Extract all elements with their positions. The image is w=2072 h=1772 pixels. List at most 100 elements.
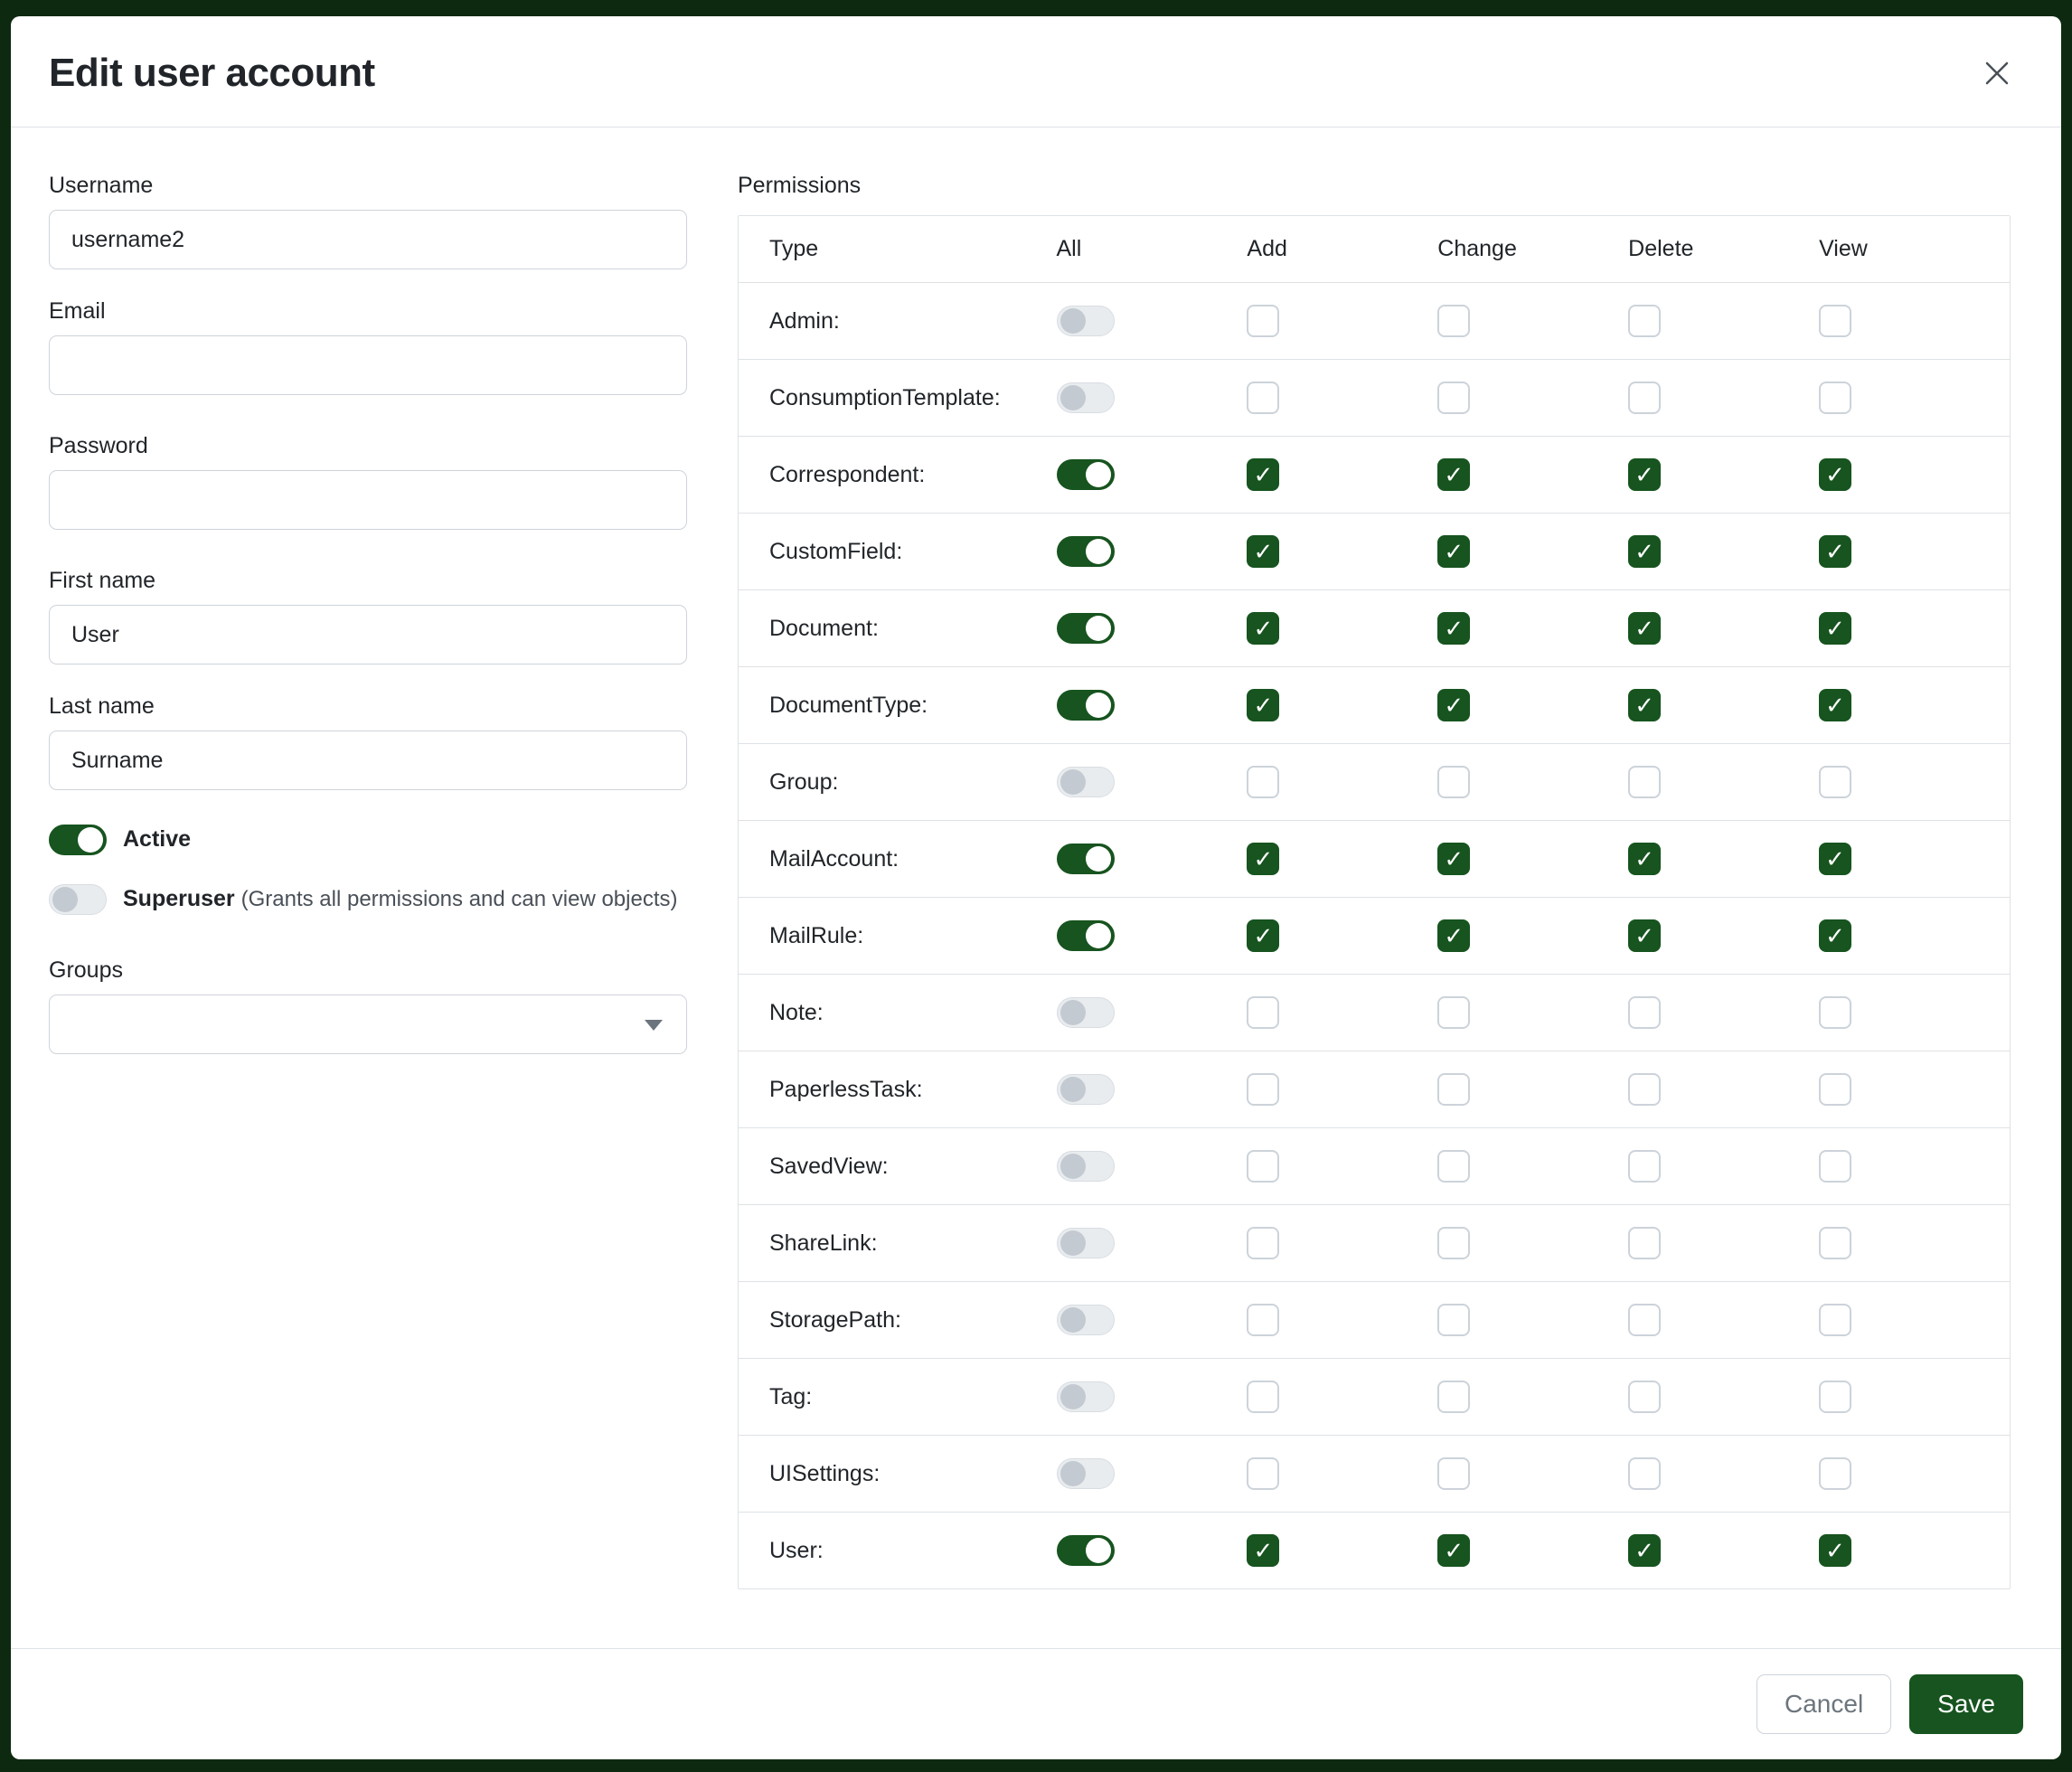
permission-change-checkbox[interactable] xyxy=(1437,458,1470,491)
permission-all-toggle[interactable] xyxy=(1057,1151,1115,1182)
permission-add-checkbox[interactable] xyxy=(1247,1457,1279,1490)
permission-delete-checkbox[interactable] xyxy=(1628,612,1661,645)
permission-all-toggle[interactable] xyxy=(1057,306,1115,336)
permission-change-checkbox[interactable] xyxy=(1437,1073,1470,1106)
permission-delete-checkbox[interactable] xyxy=(1628,996,1661,1029)
permission-view-checkbox[interactable] xyxy=(1819,766,1851,798)
permission-change-checkbox[interactable] xyxy=(1437,1457,1470,1490)
permission-change-checkbox[interactable] xyxy=(1437,612,1470,645)
permission-add-checkbox[interactable] xyxy=(1247,996,1279,1029)
cancel-button[interactable]: Cancel xyxy=(1756,1674,1891,1734)
permission-add-checkbox[interactable] xyxy=(1247,535,1279,568)
groups-select[interactable] xyxy=(49,994,687,1054)
permission-delete-checkbox[interactable] xyxy=(1628,1304,1661,1336)
permission-view-checkbox[interactable] xyxy=(1819,996,1851,1029)
col-header-all: All xyxy=(1057,216,1248,283)
permission-add-checkbox[interactable] xyxy=(1247,305,1279,337)
permission-view-checkbox[interactable] xyxy=(1819,1381,1851,1413)
permission-all-toggle[interactable] xyxy=(1057,536,1115,567)
email-input[interactable] xyxy=(49,335,687,395)
permission-delete-checkbox[interactable] xyxy=(1628,1073,1661,1106)
permission-delete-checkbox[interactable] xyxy=(1628,689,1661,721)
permission-change-checkbox[interactable] xyxy=(1437,843,1470,875)
permission-delete-checkbox[interactable] xyxy=(1628,305,1661,337)
permission-view-checkbox[interactable] xyxy=(1819,843,1851,875)
permission-all-toggle[interactable] xyxy=(1057,1074,1115,1105)
permission-delete-checkbox[interactable] xyxy=(1628,1227,1661,1259)
permission-all-toggle[interactable] xyxy=(1057,1381,1115,1412)
permission-view-checkbox[interactable] xyxy=(1819,1227,1851,1259)
permission-all-toggle[interactable] xyxy=(1057,844,1115,874)
username-input[interactable] xyxy=(49,210,687,269)
superuser-switch-row: Superuser (Grants all permissions and ca… xyxy=(49,879,687,919)
permission-all-toggle[interactable] xyxy=(1057,997,1115,1028)
permission-all-toggle[interactable] xyxy=(1057,1535,1115,1566)
permission-change-checkbox[interactable] xyxy=(1437,1381,1470,1413)
permission-delete-checkbox[interactable] xyxy=(1628,1381,1661,1413)
permission-change-checkbox[interactable] xyxy=(1437,689,1470,721)
permission-view-checkbox[interactable] xyxy=(1819,1150,1851,1183)
permission-add-checkbox[interactable] xyxy=(1247,766,1279,798)
permission-delete-checkbox[interactable] xyxy=(1628,843,1661,875)
permission-all-toggle[interactable] xyxy=(1057,382,1115,413)
active-toggle[interactable] xyxy=(49,825,107,855)
permission-all-toggle[interactable] xyxy=(1057,1228,1115,1258)
permission-add-checkbox[interactable] xyxy=(1247,1073,1279,1106)
permission-add-checkbox[interactable] xyxy=(1247,1227,1279,1259)
permission-all-toggle[interactable] xyxy=(1057,459,1115,490)
permission-change-checkbox[interactable] xyxy=(1437,1534,1470,1567)
permission-view-checkbox[interactable] xyxy=(1819,1457,1851,1490)
permission-delete-checkbox[interactable] xyxy=(1628,1457,1661,1490)
permission-row: Note: xyxy=(739,975,2010,1051)
permission-change-checkbox[interactable] xyxy=(1437,996,1470,1029)
permission-view-checkbox[interactable] xyxy=(1819,1073,1851,1106)
permission-view-checkbox[interactable] xyxy=(1819,612,1851,645)
toggle-knob xyxy=(52,887,78,912)
permission-change-checkbox[interactable] xyxy=(1437,1227,1470,1259)
permission-add-checkbox[interactable] xyxy=(1247,689,1279,721)
permission-view-checkbox[interactable] xyxy=(1819,919,1851,952)
permission-delete-checkbox[interactable] xyxy=(1628,919,1661,952)
permission-add-checkbox[interactable] xyxy=(1247,1304,1279,1336)
permission-view-checkbox[interactable] xyxy=(1819,1304,1851,1336)
permission-view-checkbox[interactable] xyxy=(1819,535,1851,568)
permission-change-checkbox[interactable] xyxy=(1437,919,1470,952)
permission-change-checkbox[interactable] xyxy=(1437,535,1470,568)
permission-delete-checkbox[interactable] xyxy=(1628,535,1661,568)
permission-delete-checkbox[interactable] xyxy=(1628,766,1661,798)
superuser-toggle[interactable] xyxy=(49,884,107,915)
permission-add-checkbox[interactable] xyxy=(1247,1534,1279,1567)
permission-add-checkbox[interactable] xyxy=(1247,1150,1279,1183)
password-input[interactable] xyxy=(49,470,687,530)
permission-all-toggle[interactable] xyxy=(1057,690,1115,721)
save-button[interactable]: Save xyxy=(1909,1674,2023,1734)
permission-all-toggle[interactable] xyxy=(1057,1458,1115,1489)
last-name-input[interactable] xyxy=(49,730,687,790)
permission-add-checkbox[interactable] xyxy=(1247,382,1279,414)
permission-delete-checkbox[interactable] xyxy=(1628,382,1661,414)
permission-all-toggle[interactable] xyxy=(1057,1305,1115,1335)
permission-view-checkbox[interactable] xyxy=(1819,1534,1851,1567)
first-name-input[interactable] xyxy=(49,605,687,664)
permission-view-checkbox[interactable] xyxy=(1819,689,1851,721)
close-button[interactable] xyxy=(1974,51,2020,96)
permission-change-checkbox[interactable] xyxy=(1437,766,1470,798)
permission-all-toggle[interactable] xyxy=(1057,613,1115,644)
permission-all-toggle[interactable] xyxy=(1057,920,1115,951)
permission-add-checkbox[interactable] xyxy=(1247,458,1279,491)
permission-view-checkbox[interactable] xyxy=(1819,305,1851,337)
permission-all-toggle[interactable] xyxy=(1057,767,1115,797)
permission-delete-checkbox[interactable] xyxy=(1628,458,1661,491)
permission-change-checkbox[interactable] xyxy=(1437,1304,1470,1336)
permission-add-checkbox[interactable] xyxy=(1247,919,1279,952)
permission-delete-checkbox[interactable] xyxy=(1628,1534,1661,1567)
permission-add-checkbox[interactable] xyxy=(1247,843,1279,875)
permission-view-checkbox[interactable] xyxy=(1819,382,1851,414)
permission-add-checkbox[interactable] xyxy=(1247,1381,1279,1413)
permission-add-checkbox[interactable] xyxy=(1247,612,1279,645)
permission-change-checkbox[interactable] xyxy=(1437,305,1470,337)
permission-delete-checkbox[interactable] xyxy=(1628,1150,1661,1183)
permission-view-checkbox[interactable] xyxy=(1819,458,1851,491)
permission-change-checkbox[interactable] xyxy=(1437,382,1470,414)
permission-change-checkbox[interactable] xyxy=(1437,1150,1470,1183)
